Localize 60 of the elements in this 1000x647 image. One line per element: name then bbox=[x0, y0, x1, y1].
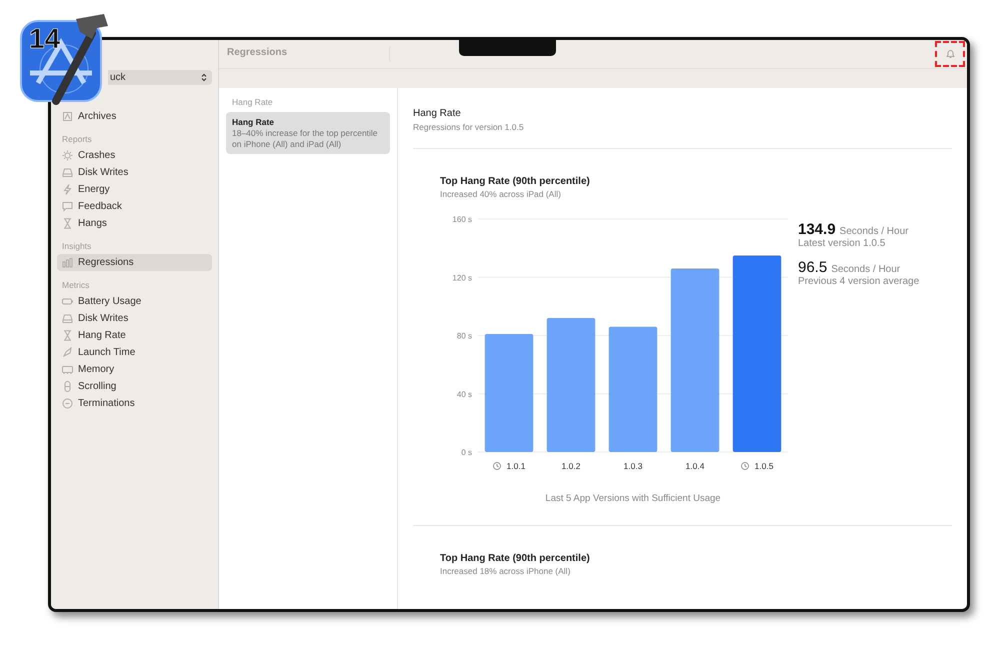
x-tick-label: 1.0.2 bbox=[562, 461, 580, 471]
regression-item[interactable]: Hang Rate 18–40% increase for the top percentile on iPhone (All) and iPad (All) bbox=[226, 112, 390, 154]
stat-value: 134.9 bbox=[798, 221, 836, 238]
y-tick-label: 40 s bbox=[456, 390, 472, 399]
sidebar-item[interactable]: Hang Rate bbox=[57, 327, 212, 344]
chart-title: Top Hang Rate (90th percentile) bbox=[440, 176, 591, 187]
bolt-icon bbox=[62, 184, 73, 195]
hourglass-icon bbox=[62, 218, 73, 229]
bell-icon[interactable] bbox=[946, 49, 954, 59]
sidebar-item[interactable]: Memory bbox=[57, 361, 212, 378]
list-header: Hang Rate bbox=[231, 97, 274, 109]
sidebar-item[interactable]: Scrolling bbox=[57, 378, 212, 395]
stat-unit: Seconds / Hour bbox=[831, 264, 900, 275]
sidebar-item[interactable]: Battery Usage bbox=[57, 293, 212, 310]
stat-value: 96.5 bbox=[798, 259, 828, 276]
sidebar-item[interactable]: Energy bbox=[57, 181, 212, 198]
y-tick-label: 120 s bbox=[452, 273, 472, 282]
detail-subtitle: Regressions for version 1.0.5 bbox=[413, 122, 525, 132]
sidebar-item[interactable]: Regressions bbox=[57, 254, 212, 271]
scroll-icon bbox=[62, 381, 73, 392]
stat-caption: Previous 4 version average bbox=[798, 276, 920, 287]
sidebar-item[interactable]: Disk Writes bbox=[57, 164, 212, 181]
chart-subtitle: Increased 18% across iPhone (All) bbox=[440, 566, 572, 576]
chart-title: Top Hang Rate (90th percentile) bbox=[440, 553, 591, 564]
chart-subtitle: Increased 40% across iPad (All) bbox=[440, 189, 562, 199]
section-header: Metrics bbox=[61, 279, 90, 292]
sidebar-item[interactable]: Launch Time bbox=[57, 344, 212, 361]
hourglass-icon bbox=[62, 330, 73, 341]
y-tick-label: 0 s bbox=[461, 448, 472, 457]
sidebar-item[interactable]: Crashes bbox=[57, 147, 212, 164]
battery-icon bbox=[62, 296, 73, 307]
sidebar-item[interactable]: Hangs bbox=[57, 215, 212, 232]
x-axis-label: Last 5 App Versions with Sufficient Usage bbox=[545, 493, 721, 504]
item-detail: 18–40% increase for the top percentile on iPhone (All) and iPad (All) bbox=[232, 128, 379, 149]
stat-caption: Latest version 1.0.5 bbox=[798, 238, 886, 249]
bubble-icon bbox=[62, 201, 73, 212]
minus-icon bbox=[62, 398, 73, 409]
x-tick-label: 1.0.3 bbox=[624, 461, 642, 471]
detail-title: Hang Rate bbox=[413, 108, 462, 119]
stat-unit: Seconds / Hour bbox=[840, 226, 908, 237]
bars-icon bbox=[62, 257, 73, 268]
y-tick-label: 80 s bbox=[456, 332, 472, 340]
rocket-icon bbox=[62, 347, 73, 358]
sidebar-item[interactable]: Archives bbox=[57, 108, 212, 125]
section-header: Insights bbox=[61, 240, 92, 253]
burst-icon bbox=[62, 150, 73, 161]
item-title: Hang Rate bbox=[232, 117, 276, 127]
sidebar-item[interactable]: Feedback bbox=[57, 198, 212, 215]
chevron-icon bbox=[201, 73, 207, 82]
sidebar-item[interactable]: Terminations bbox=[57, 395, 212, 412]
x-tick-label: 1.0.5 bbox=[754, 461, 774, 471]
toolbar-title: Regressions bbox=[219, 47, 390, 61]
x-tick-label: 1.0.1 bbox=[506, 461, 526, 471]
chip-icon bbox=[62, 364, 73, 375]
section-header: Reports bbox=[61, 133, 93, 146]
sidebar-item[interactable]: Disk Writes bbox=[57, 310, 212, 327]
scheme-picker[interactable]: uck bbox=[108, 70, 212, 85]
archive-icon bbox=[62, 111, 73, 122]
y-tick-label: 160 s bbox=[452, 215, 472, 224]
x-tick-label: 1.0.4 bbox=[686, 461, 704, 471]
